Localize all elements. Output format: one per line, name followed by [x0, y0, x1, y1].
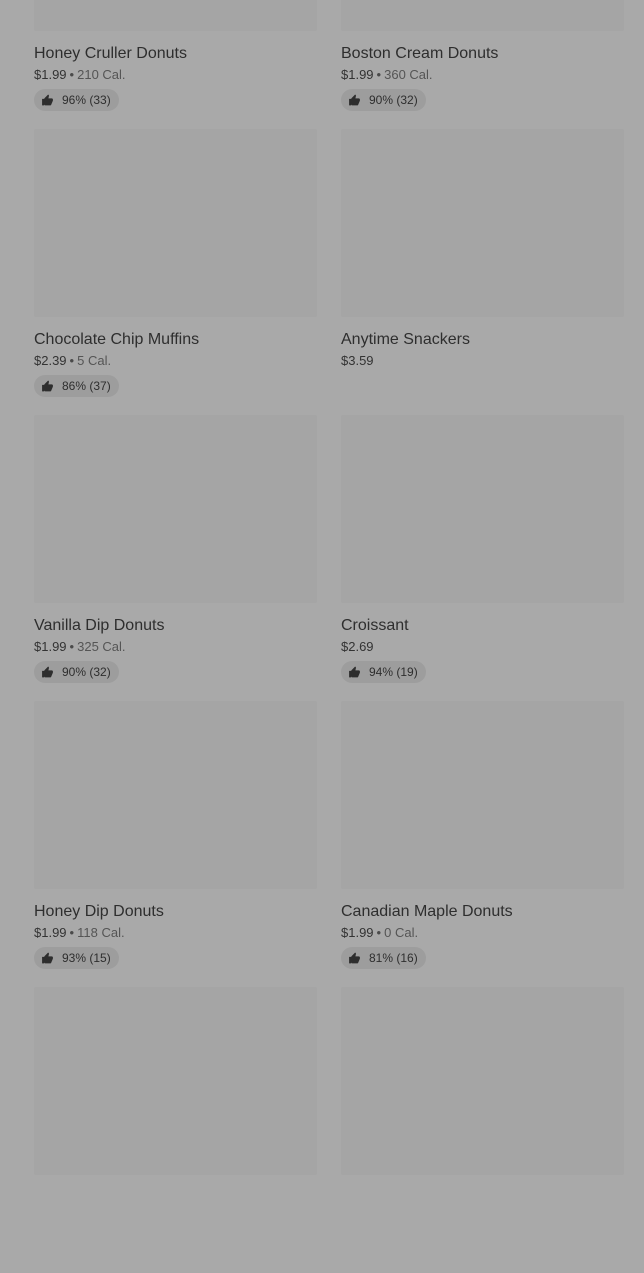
menu-item-grid: Honey Cruller Donuts $1.99 • 210 Cal. 96% (3…: [34, 0, 624, 1273]
rating-badge: 94% (19): [341, 661, 426, 683]
menu-item-image[interactable]: [341, 0, 624, 31]
menu-item-calories: 325 Cal.: [77, 639, 126, 654]
rating-badge: 86% (37): [34, 375, 119, 397]
menu-item-meta: $2.39 • 5 Cal.: [34, 353, 317, 369]
rating-badge: 90% (32): [341, 89, 426, 111]
meta-separator: •: [69, 639, 75, 654]
menu-item-calories: 360 Cal.: [384, 67, 433, 82]
menu-item-calories: 118 Cal.: [77, 925, 125, 940]
meta-separator: •: [376, 925, 382, 940]
meta-separator: •: [69, 67, 75, 82]
menu-item-image[interactable]: [34, 0, 317, 31]
menu-item-price: $3.59: [341, 353, 374, 368]
thumbs-up-icon: [41, 666, 62, 679]
menu-item-price: $1.99: [341, 925, 374, 940]
rating-badge: 93% (15): [34, 947, 119, 969]
meta-separator: •: [69, 925, 75, 940]
menu-item-card[interactable]: Anytime Snackers $3.59: [341, 129, 624, 415]
menu-item-image[interactable]: [34, 129, 317, 317]
thumbs-up-icon: [348, 952, 369, 965]
menu-item-image[interactable]: [34, 415, 317, 603]
meta-separator: •: [69, 353, 75, 368]
menu-item-name: Canadian Maple Donuts: [341, 903, 513, 920]
thumbs-up-icon: [41, 380, 62, 393]
menu-item-price: $1.99: [34, 639, 67, 654]
menu-item-card[interactable]: [34, 987, 317, 1273]
menu-item-card[interactable]: Croissant $2.69 94% (19): [341, 415, 624, 701]
menu-item-name: Honey Dip Donuts: [34, 903, 164, 920]
menu-item-calories: 5 Cal.: [77, 353, 112, 368]
thumbs-up-icon: [41, 94, 62, 107]
rating-text: 93% (15): [62, 951, 111, 965]
menu-item-price: $2.69: [341, 639, 374, 654]
menu-item-price: $1.99: [34, 67, 67, 82]
menu-item-meta: $1.99 • 325 Cal.: [34, 639, 317, 655]
menu-item-image[interactable]: [341, 129, 624, 317]
menu-item-card[interactable]: Boston Cream Donuts $1.99 • 360 Cal. 90% (32…: [341, 0, 624, 129]
menu-item-price: $1.99: [341, 67, 374, 82]
menu-item-calories: 0 Cal.: [384, 925, 419, 940]
menu-item-name: Vanilla Dip Donuts: [34, 617, 165, 634]
rating-text: 90% (32): [369, 93, 418, 107]
rating-text: 81% (16): [369, 951, 418, 965]
thumbs-up-icon: [348, 666, 369, 679]
menu-item-card[interactable]: Chocolate Chip Muffins $2.39 • 5 Cal. 86% (3…: [34, 129, 317, 415]
menu-item-image[interactable]: [34, 701, 317, 889]
meta-separator: •: [376, 67, 382, 82]
rating-badge: 96% (33): [34, 89, 119, 111]
rating-text: 96% (33): [62, 93, 111, 107]
menu-item-card[interactable]: Canadian Maple Donuts $1.99 • 0 Cal. 81% (16…: [341, 701, 624, 987]
menu-item-name: Anytime Snackers: [341, 331, 470, 348]
menu-item-meta: $1.99 • 360 Cal.: [341, 67, 624, 83]
menu-item-card[interactable]: Honey Cruller Donuts $1.99 • 210 Cal. 96% (3…: [34, 0, 317, 129]
menu-item-meta: $1.99 • 118 Cal.: [34, 925, 317, 941]
menu-item-card[interactable]: Honey Dip Donuts $1.99 • 118 Cal. 93% (15): [34, 701, 317, 987]
menu-item-card[interactable]: [341, 987, 624, 1273]
menu-item-card[interactable]: Vanilla Dip Donuts $1.99 • 325 Cal. 90% (32): [34, 415, 317, 701]
menu-item-calories: 210 Cal.: [77, 67, 126, 82]
menu-item-name: Chocolate Chip Muffins: [34, 331, 200, 348]
menu-item-meta: $3.59: [341, 353, 624, 369]
rating-text: 86% (37): [62, 379, 111, 393]
menu-item-name: Boston Cream Donuts: [341, 45, 499, 62]
menu-item-meta: $2.69: [341, 639, 624, 655]
rating-badge: 81% (16): [341, 947, 426, 969]
thumbs-up-icon: [41, 952, 62, 965]
menu-item-image[interactable]: [341, 701, 624, 889]
rating-text: 90% (32): [62, 665, 111, 679]
menu-item-meta: $1.99 • 210 Cal.: [34, 67, 317, 83]
menu-item-image[interactable]: [341, 415, 624, 603]
menu-item-meta: $1.99 • 0 Cal.: [341, 925, 624, 941]
thumbs-up-icon: [348, 94, 369, 107]
menu-item-price: $1.99: [34, 925, 67, 940]
menu-item-name: Croissant: [341, 617, 409, 634]
menu-item-price: $2.39: [34, 353, 67, 368]
menu-item-name: Honey Cruller Donuts: [34, 45, 187, 62]
rating-text: 94% (19): [369, 665, 418, 679]
rating-badge: 90% (32): [34, 661, 119, 683]
menu-item-image[interactable]: [34, 987, 317, 1175]
menu-item-image[interactable]: [341, 987, 624, 1175]
